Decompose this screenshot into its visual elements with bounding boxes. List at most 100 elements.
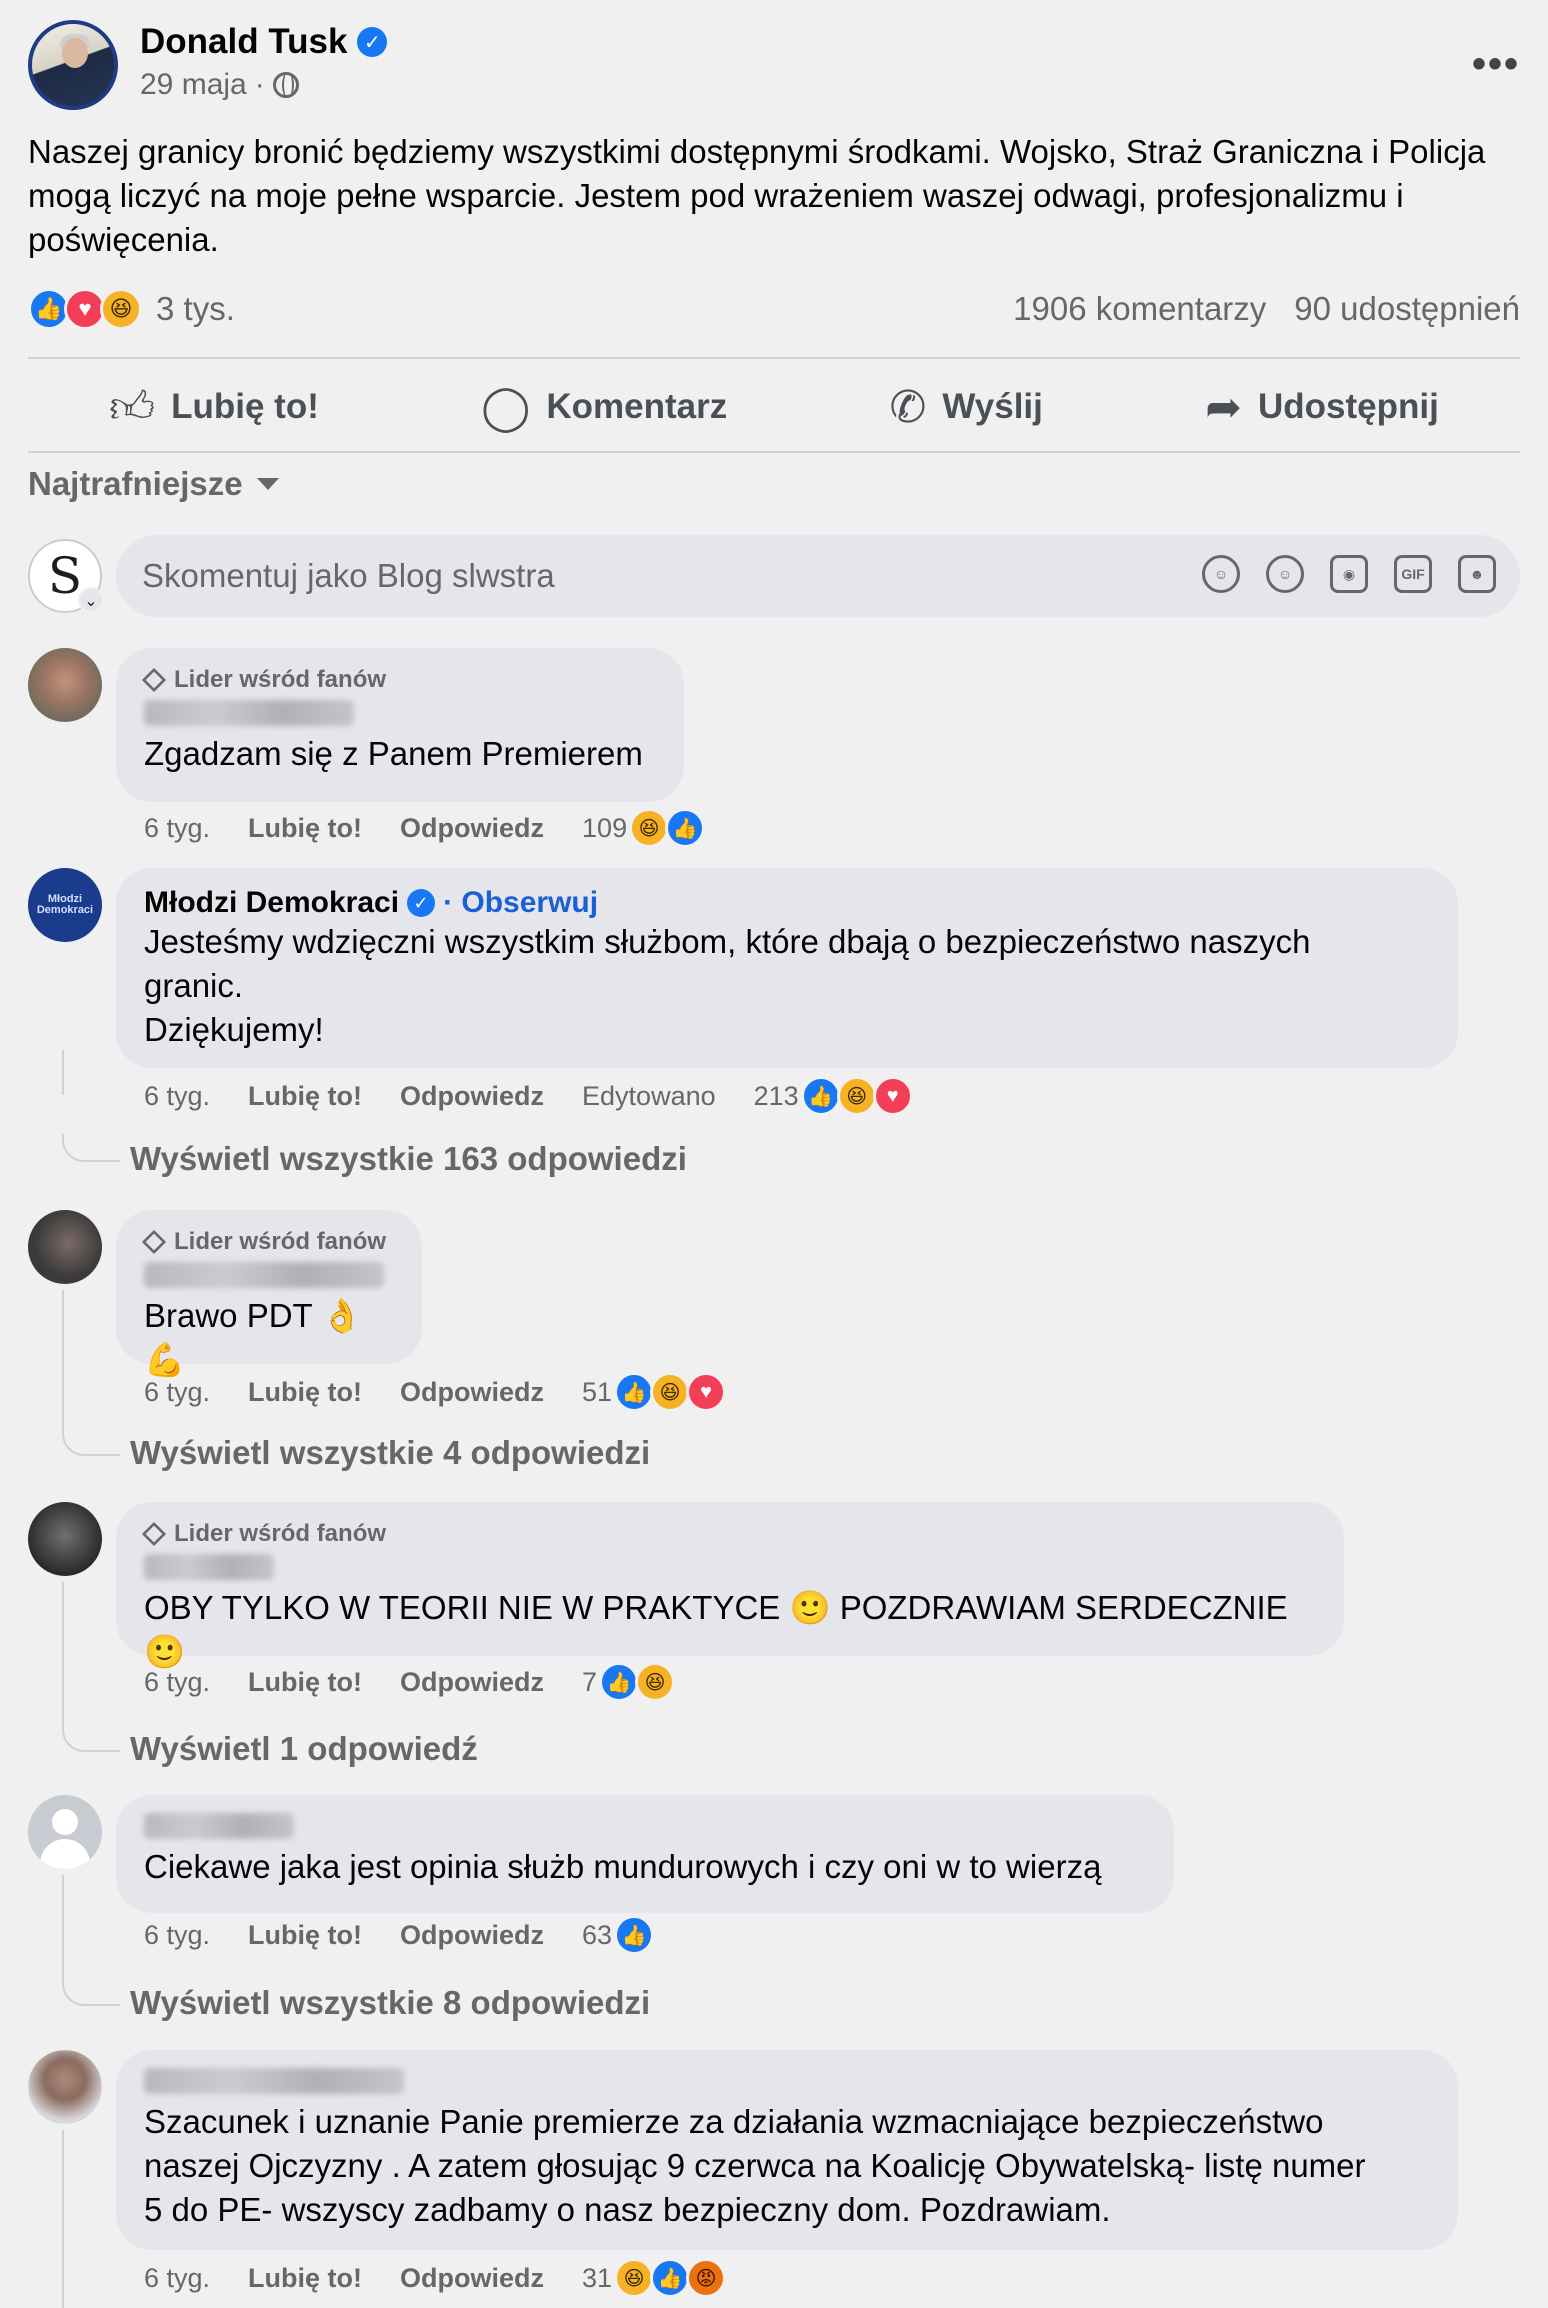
- like-icon: 👍: [614, 1372, 655, 1412]
- blurred-author-name[interactable]: [144, 700, 354, 726]
- reaction-number: 7: [582, 1666, 598, 1697]
- follow-button[interactable]: · Obserwuj: [443, 886, 598, 920]
- comment-time[interactable]: 6 tyg.: [144, 2263, 210, 2294]
- comment-reaction-count[interactable]: 7 👍 😆: [582, 1662, 676, 1702]
- comment-button[interactable]: ◯ Komentarz: [481, 382, 727, 433]
- sort-dropdown[interactable]: Najtrafniejsze: [28, 465, 279, 503]
- author-name-text[interactable]: Donald Tusk: [140, 22, 347, 62]
- comment-like-button[interactable]: Lubię to!: [248, 1667, 362, 1698]
- whatsapp-icon: ✆: [889, 382, 927, 432]
- like-button[interactable]: 👍︎ Lubię to!: [109, 381, 319, 434]
- commenter-avatar[interactable]: [28, 1502, 102, 1576]
- comment-text: Zgadzam się z Panem Premierem: [144, 735, 643, 772]
- comment-reaction-count[interactable]: 63 👍: [582, 1915, 655, 1955]
- author-avatar[interactable]: [28, 20, 118, 110]
- comment-time[interactable]: 6 tyg.: [144, 1667, 210, 1698]
- blurred-author-name[interactable]: [144, 2068, 404, 2094]
- view-replies-link[interactable]: Wyświetl wszystkie 163 odpowiedzi: [130, 1140, 687, 1178]
- comment-author-name[interactable]: Młodzi Demokraci: [144, 886, 399, 920]
- post-date[interactable]: 29 maja: [140, 68, 247, 102]
- more-options-icon[interactable]: •••: [1472, 42, 1520, 87]
- avatar-sticker-icon[interactable]: ☺: [1202, 555, 1240, 593]
- send-button[interactable]: ✆ Wyślij: [889, 382, 1042, 433]
- blurred-author-name[interactable]: [144, 1813, 294, 1839]
- haha-icon: 😆: [635, 1662, 676, 1702]
- reaction-number: 109: [582, 812, 628, 843]
- author-name[interactable]: Donald Tusk ✓: [140, 22, 388, 62]
- comment-count[interactable]: 1906 komentarzy: [1013, 290, 1266, 328]
- thread-curve: [62, 1428, 120, 1456]
- comment-bubble: Lider wśród fanów Zgadzam się z Panem Pr…: [116, 648, 684, 802]
- commenter-avatar[interactable]: Młodzi Demokraci: [28, 868, 102, 942]
- comment-text-line: naszej Ojczyzny . A zatem głosując 9 cze…: [144, 2147, 1366, 2184]
- haha-icon: 😆: [100, 288, 142, 330]
- comment-time[interactable]: 6 tyg.: [144, 1081, 210, 1112]
- user-avatar[interactable]: S ⌄: [28, 539, 104, 613]
- commenter-avatar[interactable]: [28, 1210, 102, 1284]
- comment-reply-button[interactable]: Odpowiedz: [400, 1377, 544, 1408]
- globe-icon: [272, 72, 299, 98]
- share-button[interactable]: ➦ Udostępnij: [1205, 382, 1439, 433]
- reaction-number: 51: [582, 1376, 613, 1407]
- comment-text: Ciekawe jaka jest opinia służb mundurowy…: [144, 1848, 1102, 1885]
- comment-reply-button[interactable]: Odpowiedz: [400, 2263, 544, 2294]
- comment-reaction-count[interactable]: 213 👍 😆 ♥: [754, 1076, 913, 1116]
- comment: Lider wśród fanów OBY TYLKO W TEORII NIE…: [28, 1502, 1520, 1702]
- comment-text: OBY TYLKO W TEORII NIE W PRAKTYCE 🙂 POZD…: [144, 1589, 1288, 1670]
- comment-reply-button[interactable]: Odpowiedz: [400, 1667, 544, 1698]
- divider: [28, 451, 1520, 453]
- view-replies-link[interactable]: Wyświetl wszystkie 4 odpowiedzi: [130, 1434, 650, 1472]
- camera-icon[interactable]: ◉: [1330, 555, 1368, 593]
- verified-icon: ✓: [407, 889, 436, 917]
- fan-badge: Lider wśród fanów: [141, 1520, 1316, 1548]
- comment-reply-button[interactable]: Odpowiedz: [400, 1920, 544, 1951]
- like-icon: 👍: [650, 2258, 691, 2298]
- love-icon: ♥: [872, 1076, 913, 1116]
- comment-time[interactable]: 6 tyg.: [144, 1920, 210, 1951]
- sticker-icon[interactable]: ☻: [1458, 555, 1496, 593]
- comment-reply-button[interactable]: Odpowiedz: [400, 1081, 544, 1112]
- gif-icon[interactable]: GIF: [1394, 555, 1432, 593]
- comment-time[interactable]: 6 tyg.: [144, 813, 210, 844]
- commenter-avatar[interactable]: [28, 648, 102, 722]
- like-icon: 👍: [599, 1662, 640, 1702]
- comment-like-button[interactable]: Lubię to!: [248, 1377, 362, 1408]
- verified-icon: ✓: [357, 27, 388, 57]
- view-replies-link[interactable]: Wyświetl 1 odpowiedź: [130, 1730, 478, 1768]
- post-action-bar: 👍︎ Lubię to! ◯ Komentarz ✆ Wyślij ➦ Udos…: [28, 362, 1520, 452]
- emoji-icon[interactable]: ☺: [1266, 555, 1304, 593]
- share-count[interactable]: 90 udostępnień: [1294, 290, 1520, 328]
- like-icon: 👍: [800, 1076, 841, 1116]
- comment-reaction-count[interactable]: 31 😆 👍 😡: [582, 2258, 727, 2298]
- reaction-summary[interactable]: 👍 ♥ 😆 3 tys.: [28, 288, 235, 330]
- caret-down-icon: [256, 478, 279, 490]
- love-icon: ♥: [686, 1372, 727, 1412]
- comment-like-button[interactable]: Lubię to!: [248, 813, 362, 844]
- comment-reaction-count[interactable]: 109 😆 👍: [582, 808, 706, 848]
- comment-like-button[interactable]: Lubię to!: [248, 1920, 362, 1951]
- reaction-number: 31: [582, 2262, 613, 2293]
- comment-like-button[interactable]: Lubię to!: [248, 1081, 362, 1112]
- comment-bubble: Szacunek i uznanie Panie premierze za dz…: [116, 2050, 1458, 2250]
- comment-time[interactable]: 6 tyg.: [144, 1377, 210, 1408]
- haha-icon: 😆: [614, 2258, 655, 2298]
- chevron-down-icon[interactable]: ⌄: [78, 587, 104, 613]
- commenter-avatar[interactable]: [28, 2050, 102, 2124]
- fan-badge-label: Lider wśród fanów: [174, 666, 387, 693]
- view-replies-link[interactable]: Wyświetl wszystkie 8 odpowiedzi: [130, 1984, 650, 2022]
- comment-author: Młodzi Demokraci ✓ · Obserwuj: [144, 886, 1430, 920]
- comment-text: Brawo PDT 👌💪: [144, 1297, 363, 1378]
- thread-line: [62, 1875, 64, 1979]
- comment-text-line: Szacunek i uznanie Panie premierze za dz…: [144, 2103, 1324, 2140]
- blurred-author-name[interactable]: [144, 1554, 274, 1580]
- comment-composer: S ⌄ Skomentuj jako Blog slwstra ☺ ☺ ◉ GI…: [28, 535, 1520, 617]
- comment-actions: 6 tyg. Lubię to! Odpowiedz 7 👍 😆: [144, 1662, 676, 1702]
- comment-actions: 6 tyg. Lubię to! Odpowiedz 63 👍: [144, 1915, 655, 1955]
- comment-reply-button[interactable]: Odpowiedz: [400, 813, 544, 844]
- diamond-icon: [141, 1229, 167, 1255]
- sort-label: Najtrafniejsze: [28, 465, 243, 502]
- comment-like-button[interactable]: Lubię to!: [248, 2263, 362, 2294]
- comment-reaction-count[interactable]: 51 👍 😆 ♥: [582, 1372, 727, 1412]
- commenter-avatar[interactable]: [28, 1795, 102, 1869]
- blurred-author-name[interactable]: [144, 1262, 384, 1288]
